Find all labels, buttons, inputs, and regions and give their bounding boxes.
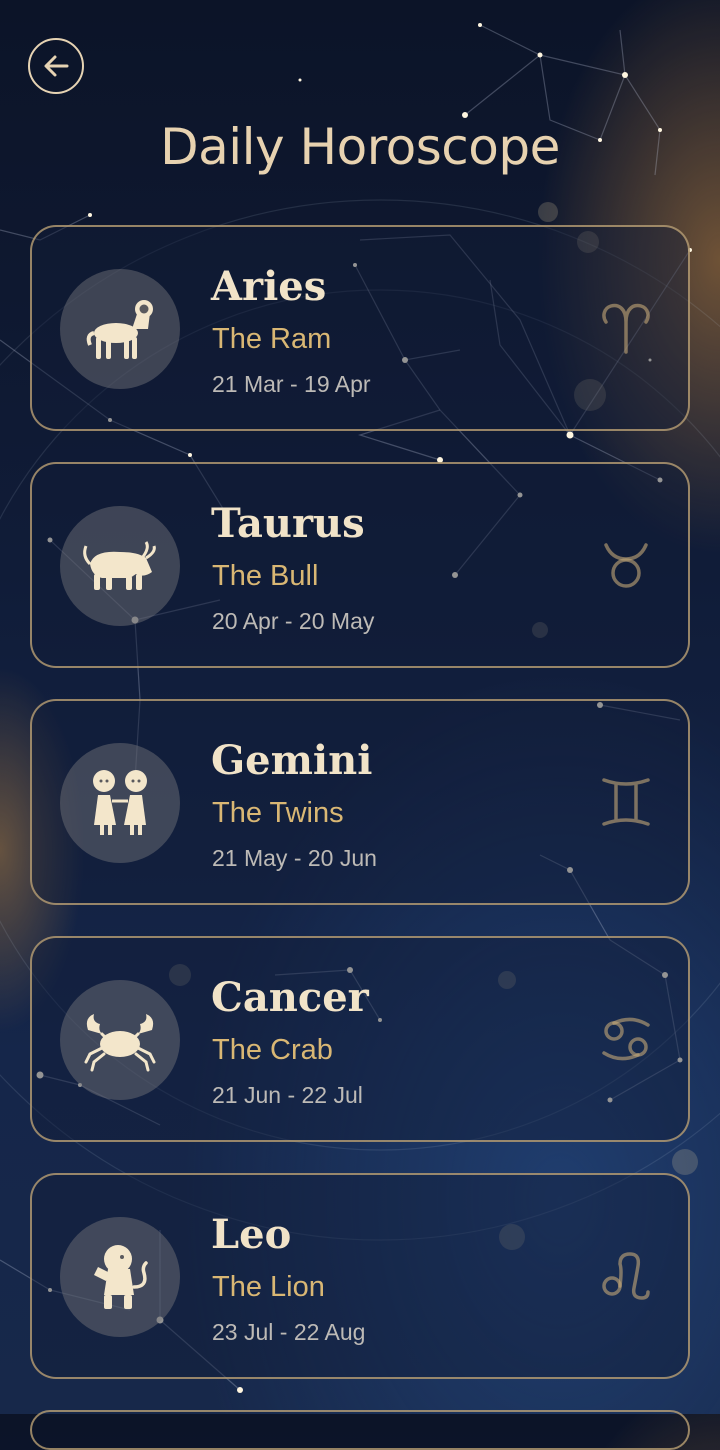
sign-dates: 21 Jun - 22 Jul xyxy=(212,1082,363,1108)
sign-avatar xyxy=(60,269,180,389)
sign-name: Cancer xyxy=(211,974,369,1021)
sign-subtitle: The Crab xyxy=(212,1034,333,1066)
zodiac-card-cancer[interactable]: Cancer The Crab 21 Jun - 22 Jul xyxy=(30,936,690,1142)
sign-avatar xyxy=(60,743,180,863)
sign-name: Leo xyxy=(211,1211,292,1258)
page-title: Daily Horoscope xyxy=(160,118,560,176)
gemini-symbol-icon xyxy=(602,778,650,826)
sign-dates: 23 Jul - 22 Aug xyxy=(212,1319,366,1345)
back-button[interactable] xyxy=(28,38,84,94)
zodiac-card-partial[interactable] xyxy=(30,1410,690,1450)
sign-dates: 21 Mar - 19 Apr xyxy=(212,371,371,397)
zodiac-list: Aries The Ram 21 Mar - 19 Apr Taurus The… xyxy=(30,225,690,1410)
zodiac-card-leo[interactable]: Leo The Lion 23 Jul - 22 Aug xyxy=(30,1173,690,1379)
zodiac-card-taurus[interactable]: Taurus The Bull 20 Apr - 20 May xyxy=(30,462,690,668)
zodiac-card-aries[interactable]: Aries The Ram 21 Mar - 19 Apr xyxy=(30,225,690,431)
sign-avatar xyxy=(60,980,180,1100)
arrow-left-icon xyxy=(44,55,69,77)
zodiac-card-gemini[interactable]: Gemini The Twins 21 May - 20 Jun xyxy=(30,699,690,905)
sign-dates: 20 Apr - 20 May xyxy=(212,608,375,634)
taurus-symbol-icon xyxy=(604,543,648,588)
lion-icon xyxy=(94,1245,148,1309)
sign-subtitle: The Lion xyxy=(212,1271,325,1303)
bull-icon xyxy=(83,541,156,590)
sign-dates: 21 May - 20 Jun xyxy=(212,845,377,871)
sign-subtitle: The Twins xyxy=(212,797,344,829)
sign-name: Taurus xyxy=(211,500,365,547)
ram-icon xyxy=(86,300,153,359)
sign-avatar xyxy=(60,1217,180,1337)
sign-subtitle: The Ram xyxy=(212,323,332,355)
sign-avatar xyxy=(60,506,180,626)
sign-name: Gemini xyxy=(211,737,373,784)
crab-icon xyxy=(84,1014,156,1072)
aries-symbol-icon xyxy=(602,303,650,354)
cancer-symbol-icon xyxy=(602,1017,650,1061)
sign-subtitle: The Bull xyxy=(212,560,319,592)
leo-symbol-icon xyxy=(602,1252,650,1300)
sign-name: Aries xyxy=(211,263,327,310)
twins-icon xyxy=(93,770,147,835)
